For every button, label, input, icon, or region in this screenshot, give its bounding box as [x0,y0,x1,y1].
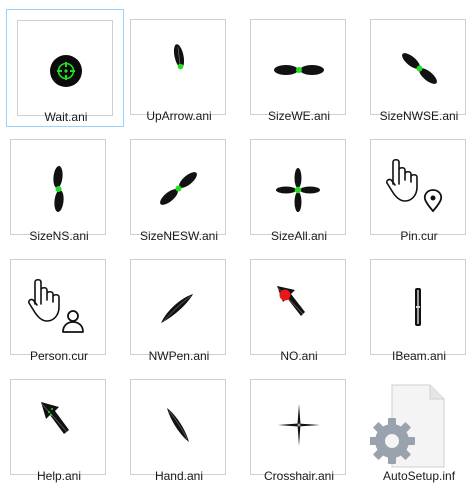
thumbnail [370,259,466,355]
ibeam-cursor-icon [415,288,421,326]
file-item-sizewe[interactable]: SizeWE.ani [240,9,358,127]
file-item-sizenwse[interactable]: SizeNWSE.ani [360,9,474,127]
thumbnail [370,19,466,115]
file-item-pin[interactable]: Pin.cur [360,129,474,247]
size-ns-cursor-icon [53,166,64,212]
file-name: SizeWE.ani [267,109,331,123]
wait-cursor-icon [50,55,82,87]
file-item-ibeam[interactable]: IBeam.ani [360,249,474,367]
file-item-no[interactable]: NO.ani [240,249,358,367]
file-item-sizenesw[interactable]: SizeNESW.ani [120,129,238,247]
thumbnail [10,139,106,235]
file-name: SizeNWSE.ani [379,109,459,123]
file-item-hand[interactable]: Hand.ani [120,369,238,487]
settings-file-icon [370,384,445,468]
thumbnail [130,19,226,115]
thumbnail [130,379,226,475]
thumbnail [250,259,346,355]
file-item-wait[interactable]: Wait.ani [6,9,124,127]
file-item-uparrow[interactable]: UpArrow.ani [120,9,238,127]
file-item-nwpen[interactable]: NWPen.ani [120,249,238,367]
file-name: SizeNS.ani [29,229,89,243]
thumbnail [370,139,466,235]
size-nesw-cursor-icon [160,172,197,205]
pen-cursor-icon [161,294,193,323]
thumbnail [250,139,346,235]
file-name: UpArrow.ani [146,109,212,123]
file-name: SizeNESW.ani [139,229,219,243]
file-name: NO.ani [280,349,318,363]
file-item-person[interactable]: Person.cur [0,249,118,367]
file-name: NWPen.ani [148,349,210,363]
file-grid: Wait.ani UpArrow.ani SizeWE.ani SizeNWSE… [0,0,474,483]
thumbnail [130,259,226,355]
file-name: Person.cur [29,349,89,363]
thumbnail [250,379,346,475]
file-name: SizeAll.ani [270,229,328,243]
file-name: Pin.cur [400,229,438,243]
thumbnail [10,259,106,355]
crosshair-cursor-icon [278,404,320,446]
thumbnail [130,139,226,235]
file-item-sizens[interactable]: SizeNS.ani [0,129,118,247]
file-name: Wait.ani [44,110,88,124]
hand-pin-cursor-icon [386,158,443,213]
file-name: IBeam.ani [391,349,447,363]
file-name: Crosshair.ani [263,469,335,483]
thumbnail [250,19,346,115]
file-item-help[interactable]: Help.ani [0,369,118,487]
size-nwse-cursor-icon [402,53,437,84]
file-name: Help.ani [36,469,82,483]
thumbnail [10,379,106,475]
thumbnail [370,379,466,475]
up-arrow-cursor-icon [173,44,185,70]
file-name: Hand.ani [154,469,204,483]
hand-cursor-icon [167,408,189,442]
thumbnail [17,20,113,116]
hand-person-cursor-icon [28,278,84,333]
file-name: AutoSetup.inf [382,469,456,483]
file-item-autosetup[interactable]: AutoSetup.inf [360,369,474,487]
size-we-cursor-icon [274,65,324,75]
file-item-crosshair[interactable]: Crosshair.ani [240,369,358,487]
size-all-cursor-icon [276,168,320,212]
no-cursor-icon [277,286,305,316]
file-item-sizeall[interactable]: SizeAll.ani [240,129,358,247]
help-cursor-icon [41,402,69,434]
